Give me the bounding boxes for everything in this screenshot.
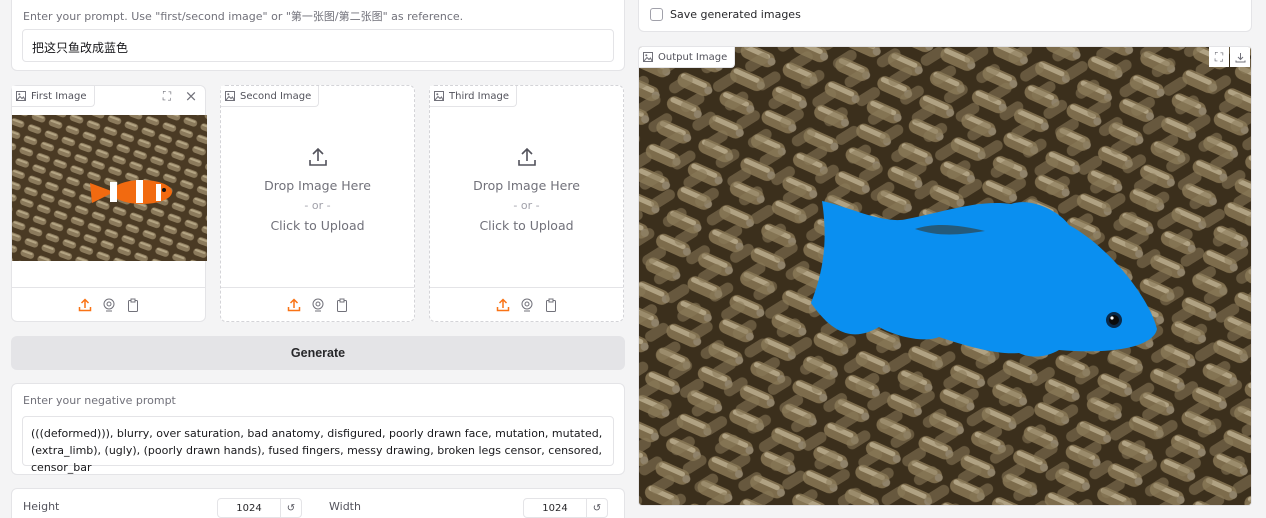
output-image-panel: Output Image ⛶ [638,46,1252,506]
output-image-tag: Output Image [639,47,736,68]
webcam-icon[interactable] [102,298,116,312]
fullscreen-icon[interactable]: ⛶ [157,86,177,106]
first-image-tag: First Image [12,86,95,107]
width-label: Width [329,500,361,513]
or-text: - or - [513,199,540,212]
image-icon [16,91,26,101]
save-label[interactable]: Save generated images [670,8,801,21]
save-checkbox[interactable] [650,8,663,21]
reset-icon[interactable]: ↺ [587,499,607,517]
reset-icon[interactable]: ↺ [281,499,301,517]
upload-icon[interactable] [78,297,92,312]
save-panel: Save generated images [638,0,1252,32]
click-upload-text: Click to Upload [270,218,365,233]
image-icon [225,91,235,101]
or-text: - or - [304,199,331,212]
prompt-panel: Enter your prompt. Use "first/second ima… [11,0,625,71]
image-icon [434,91,444,101]
second-image-upload[interactable]: Second Image Drop Image Here - or - Clic… [220,85,415,322]
negative-prompt-input[interactable]: (((deformed))), blurry, over saturation,… [22,416,614,474]
third-image-upload[interactable]: Third Image Drop Image Here - or - Click… [429,85,624,322]
upload-icon [517,147,536,166]
upload-icon[interactable] [496,297,510,312]
prompt-input[interactable]: 把这只鱼改成蓝色 [22,29,614,62]
first-image-upload[interactable]: First Image ⛶ × [11,85,207,322]
upload-icon [308,147,327,166]
third-image-dropzone[interactable]: Drop Image Here - or - Click to Upload [430,146,623,236]
second-image-toolbar [221,287,414,321]
generate-button[interactable]: Generate [11,336,625,370]
click-upload-text: Click to Upload [479,218,574,233]
close-icon[interactable]: × [181,86,201,106]
prompt-label: Enter your prompt. Use "first/second ima… [23,10,464,23]
webcam-icon[interactable] [520,298,534,312]
download-icon[interactable] [1230,47,1250,67]
second-image-tag: Second Image [221,86,320,107]
clipboard-icon[interactable] [335,298,349,312]
third-image-tag: Third Image [430,86,518,107]
webcam-icon[interactable] [311,298,325,312]
negative-prompt-panel: Enter your negative prompt (((deformed))… [11,383,625,475]
drop-text: Drop Image Here [264,178,371,193]
second-image-dropzone[interactable]: Drop Image Here - or - Click to Upload [221,146,414,236]
third-image-toolbar [430,287,623,321]
height-label: Height [23,500,60,513]
clipboard-icon[interactable] [126,298,140,312]
upload-icon[interactable] [287,297,301,312]
image-icon [643,52,653,62]
clipboard-icon[interactable] [544,298,558,312]
drop-text: Drop Image Here [473,178,580,193]
height-input[interactable]: 1024 ↺ [217,498,302,518]
fullscreen-icon[interactable]: ⛶ [1209,47,1229,67]
negative-prompt-label: Enter your negative prompt [23,394,176,407]
first-image-toolbar [12,287,205,321]
first-image-preview [12,115,207,261]
output-image-preview [639,47,1251,505]
width-input[interactable]: 1024 ↺ [523,498,608,518]
